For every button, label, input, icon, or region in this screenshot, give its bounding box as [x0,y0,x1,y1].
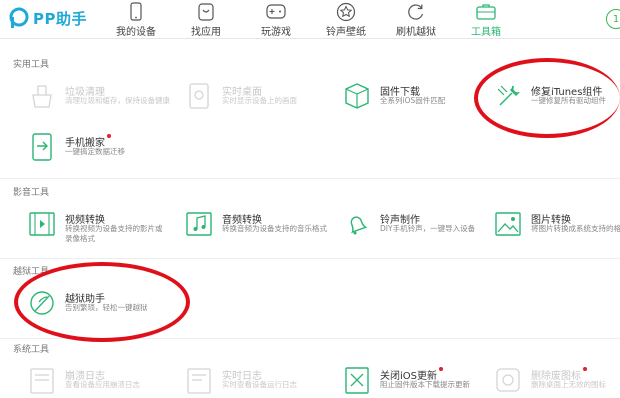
tool-desc: 转换视频为设备支持的影片或 录像格式 [65,224,163,243]
tool-desc: 将图片转换成系统支持的格式 [531,224,620,233]
tool-junk-clean[interactable]: 垃圾清理 清理垃圾和缓存，保持设备健康 [27,80,187,114]
tool-desc: 转换音频为设备支持的音乐格式 [222,224,327,233]
tool-disable-ios-update[interactable]: 关闭iOS更新 阻止固件版本下载提示更新 [342,364,502,398]
new-badge-dot [583,367,587,371]
tab-find-apps[interactable]: 找应用 [171,0,241,38]
highlight-ellipse-jailbreak [14,262,190,342]
tab-flash-jailbreak[interactable]: 刷机越狱 [381,0,451,38]
star-icon [336,2,356,22]
image-icon [495,212,521,236]
section-title-media: 影音工具 [13,188,50,198]
tool-video-convert[interactable]: 视频转换 转换视频为设备支持的影片或 录像格式 [27,208,187,243]
bell-icon [350,216,368,235]
desktop-icon [189,83,209,109]
log-icon [30,368,54,394]
tool-realtime-desktop[interactable]: 实时桌面 实时显示设备上的画面 [184,80,344,114]
gamepad-icon [266,4,286,19]
refresh-icon [408,4,424,20]
delete-icon-icon [496,368,520,392]
tab-my-device[interactable]: 我的设备 [101,0,171,38]
tool-realtime-log[interactable]: 实时日志 实时查看设备运行日志 [184,364,344,398]
tab-label: 工具箱 [471,27,501,38]
section-title-practical: 实用工具 [13,60,50,70]
video-icon [29,212,55,236]
tool-crash-log[interactable]: 崩溃日志 查看设备应用崩溃日志 [27,364,187,398]
pp-logo-icon [9,7,29,28]
toolbox-icon [476,4,496,20]
tool-ringtone-maker[interactable]: 铃声制作 DIY手机铃声，一键导入设备 [342,208,502,242]
tab-games[interactable]: 玩游戏 [241,0,311,38]
tab-label: 刷机越狱 [396,27,436,38]
tool-audio-convert[interactable]: 音频转换 转换音频为设备支持的音乐格式 [184,208,344,242]
tool-delete-invalid-icons[interactable]: 删除废图标 删除桌面上无效的图标 [493,364,620,398]
tab-label: 我的设备 [116,27,156,38]
broom-icon [32,85,52,108]
sync-badge-button[interactable]: 1 [606,9,620,29]
section-divider [0,258,620,259]
tab-ringtones-wallpapers[interactable]: 铃声壁纸 [311,0,381,38]
app-name: PP助手 [33,9,87,28]
tab-toolbox[interactable]: 工具箱 [451,0,521,38]
tab-label: 铃声壁纸 [326,27,366,38]
section-divider [0,178,620,179]
tool-desc: 实时显示设备上的画面 [222,96,297,105]
phone-icon [130,2,142,21]
app-store-icon [198,3,214,21]
tool-desc: 一键搞定数据迁移 [65,147,125,156]
tab-label: 玩游戏 [261,27,291,38]
tool-desc: DIY手机铃声，一键导入设备 [380,224,476,233]
tool-phone-migrate[interactable]: 手机搬家 一键搞定数据迁移 [27,131,187,165]
tool-image-convert[interactable]: 图片转换 将图片转换成系统支持的格式 [493,208,620,242]
tab-label: 找应用 [191,27,221,38]
box-icon [345,83,369,109]
tool-desc: 全系列iOS固件匹配 [380,96,446,105]
section-title-system: 系统工具 [13,345,50,355]
highlight-ellipse-repair-itunes [474,58,620,138]
migrate-icon [32,133,52,161]
app-logo: PP助手 [8,5,87,31]
audio-icon [186,212,212,236]
no-update-icon [345,367,369,394]
top-navigation-bar: PP助手 我的设备 找应用 玩游戏 铃声壁纸 刷机越狱 工具箱 1 [0,0,620,39]
new-badge-dot [439,367,443,371]
new-badge-dot [107,134,111,138]
tool-desc: 清理垃圾和缓存，保持设备健康 [65,96,170,105]
log2-icon [187,368,211,394]
